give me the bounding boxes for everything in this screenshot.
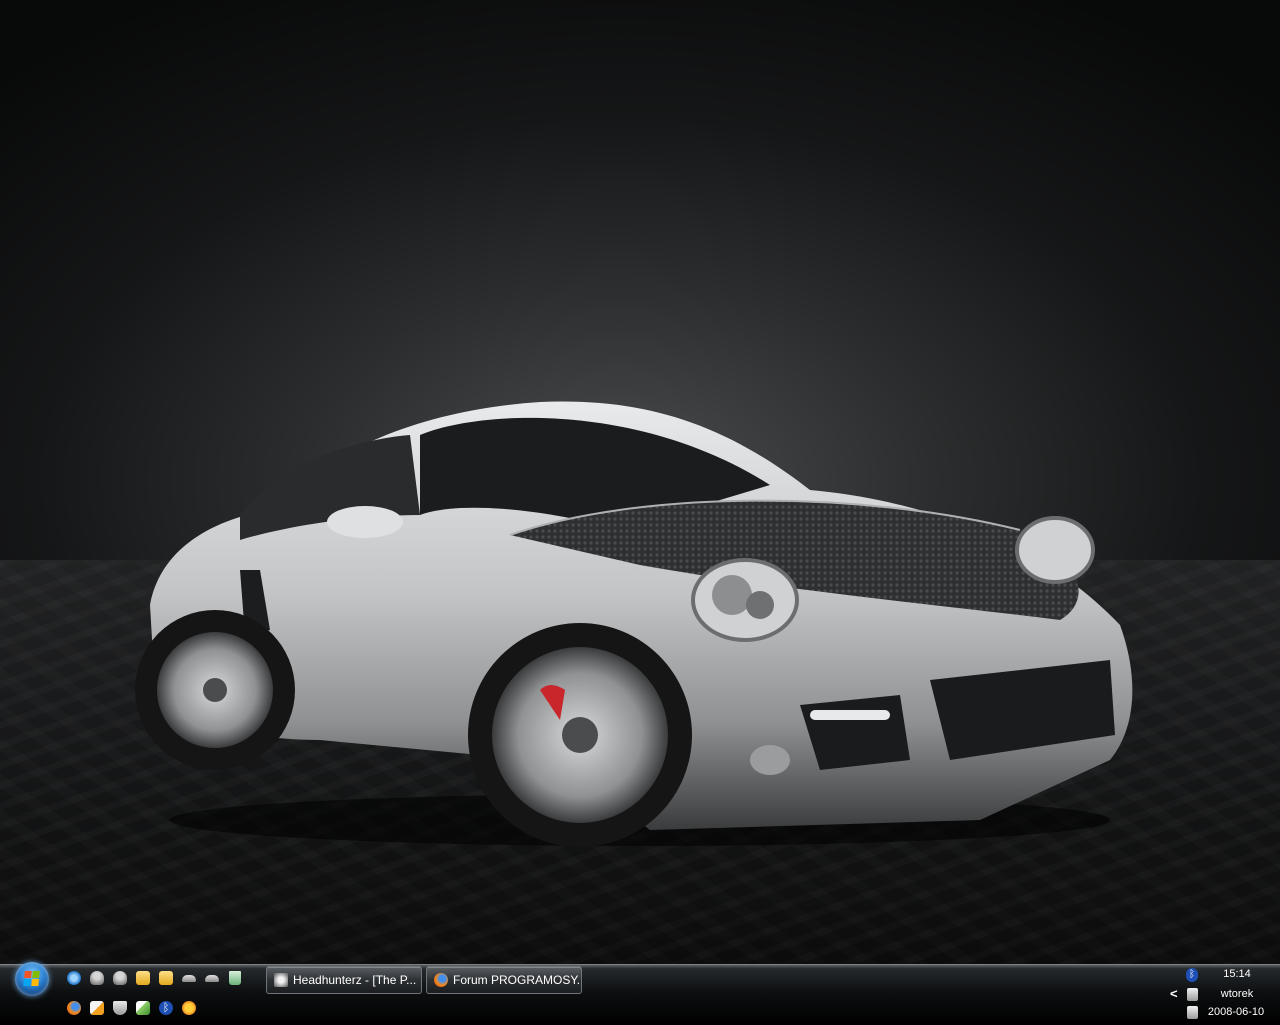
clock-date[interactable]: 2008-06-10 [1206, 1006, 1266, 1018]
tray-volume-icon[interactable] [1185, 986, 1199, 1002]
quick-launch-car-icon[interactable] [203, 969, 221, 987]
start-button[interactable] [15, 962, 49, 996]
tray-bluetooth-icon[interactable]: ᛒ [1185, 967, 1199, 983]
clock-day[interactable]: wtorek [1208, 988, 1266, 1000]
quick-launch-skin-app-icon[interactable] [88, 999, 106, 1017]
quick-launch-firefox-icon[interactable] [65, 999, 83, 1017]
quick-launch-messenger-user-icon[interactable] [88, 969, 106, 987]
quick-launch-folder-icon[interactable] [134, 969, 152, 987]
quick-launch-notepad-icon[interactable] [134, 999, 152, 1017]
quick-launch-recycle-bin-icon[interactable] [226, 969, 244, 987]
desktop[interactable] [0, 0, 1280, 964]
quick-launch-folder-icon[interactable] [157, 969, 175, 987]
tray-expand-button[interactable]: < [1170, 986, 1178, 1001]
clock-time[interactable]: 15:14 [1208, 968, 1266, 980]
quick-launch-messenger-user-icon[interactable] [111, 969, 129, 987]
taskbar-button-media-player[interactable]: Headhunterz - [The P... [266, 966, 422, 994]
wallpaper-car-image [135, 401, 1133, 847]
tray-network-icon[interactable] [1185, 1004, 1199, 1020]
firefox-icon [434, 973, 448, 987]
quick-launch-bluetooth-icon[interactable]: ᛒ [157, 999, 175, 1017]
windows-flag-icon [23, 971, 41, 987]
taskbar-button-label: Headhunterz - [The P... [293, 973, 417, 987]
quick-launch-shield-icon[interactable] [111, 999, 129, 1017]
taskbar-button-label: Forum PROGRAMOSY... [453, 973, 581, 987]
quick-launch-internet-explorer-icon[interactable] [65, 969, 83, 987]
quick-launch-car-icon[interactable] [180, 969, 198, 987]
media-player-icon [274, 973, 288, 987]
taskbar-button-firefox[interactable]: Forum PROGRAMOSY... [426, 966, 582, 994]
quick-launch-smiley-icon[interactable] [180, 999, 198, 1017]
